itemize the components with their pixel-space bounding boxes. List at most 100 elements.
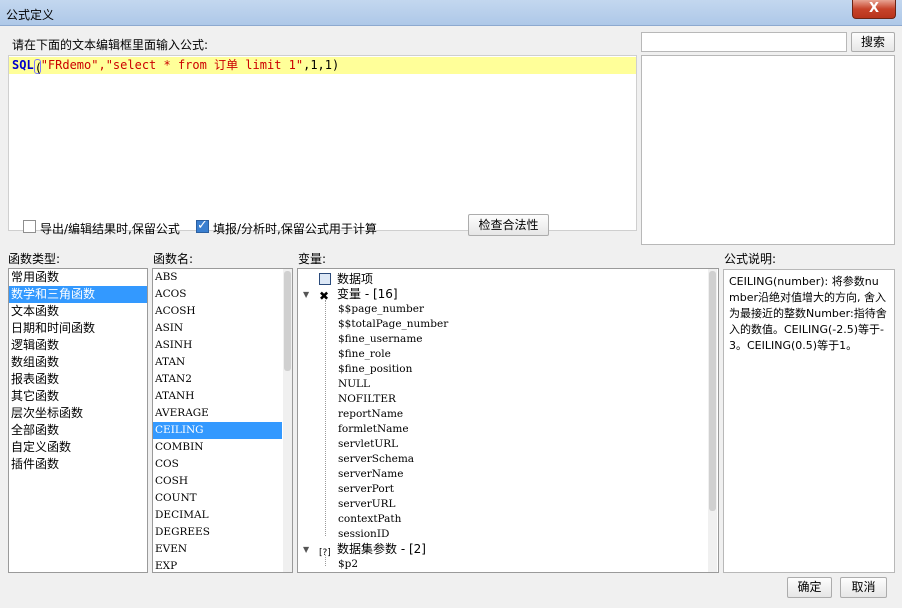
ok-button[interactable]: 确定 (787, 577, 832, 598)
validate-formula-button[interactable]: 检查合法性 (468, 214, 549, 236)
formula-editor[interactable]: SQL("FRdemo","select * from 订单 limit 1",… (8, 55, 637, 231)
formula-function-name: SQL (12, 58, 34, 72)
function-item[interactable]: DECIMAL (153, 507, 282, 524)
tree-group-dataset-params[interactable]: [?] 数据集参数 - [2] (319, 542, 426, 558)
tree-item-variable-label: serverName (338, 468, 404, 480)
tree-item-variable[interactable]: serverPort (338, 482, 394, 497)
category-item[interactable]: 数组函数 (9, 354, 147, 371)
formula-tail: ,1,1) (303, 58, 340, 72)
function-item[interactable]: COS (153, 456, 282, 473)
tree-item-variable[interactable]: servletURL (338, 437, 398, 452)
function-list[interactable]: ABS ACOS ACOSH ASIN ASINH ATAN ATAN2 ATANH AVERA… (152, 268, 293, 573)
function-list-scrollbar[interactable] (283, 269, 292, 572)
category-item[interactable]: 日期和时间函数 (9, 320, 147, 337)
tree-item-variable-label: serverSchema (338, 453, 415, 465)
tree-item-variable[interactable]: $fine_username (338, 332, 423, 347)
fill-keep-formula-checkbox[interactable] (196, 218, 209, 233)
tree-item-variable[interactable]: formletName (338, 422, 409, 437)
tree-item-data-items[interactable]: 数据项 (319, 272, 373, 287)
variable-tree[interactable]: 数据项 ▼ ✖ 变量 - [16] $$page_number $$totalPage_n… (297, 268, 719, 573)
tree-item-variable-label: NOFILTER (338, 393, 396, 405)
tree-item-variable[interactable]: $fine_role (338, 347, 391, 362)
function-item[interactable]: ACOS (153, 286, 282, 303)
tree-item-variable[interactable]: $$totalPage_number (338, 317, 448, 332)
variable-tree-scrollbar[interactable] (708, 269, 717, 572)
variables-label: 变量: (298, 252, 327, 266)
tree-item-parameter-label: $p2 (338, 558, 359, 570)
dialog-body: 请在下面的文本编辑框里面输入公式: SQL("FRdemo","select *… (0, 26, 902, 608)
bracket-match-indicator: ( (33, 59, 42, 75)
category-item[interactable]: 自定义函数 (9, 439, 147, 456)
search-input[interactable] (641, 32, 847, 52)
category-item[interactable]: 报表函数 (9, 371, 147, 388)
search-results-panel[interactable] (641, 55, 895, 245)
category-item[interactable]: 其它函数 (9, 388, 147, 405)
window-title: 公式定义 (6, 8, 55, 22)
function-item[interactable]: ATAN (153, 354, 282, 371)
tree-item-data-items-label: 数据项 (337, 272, 374, 286)
tree-item-variable-label: NULL (338, 378, 370, 390)
tree-item-variable[interactable]: serverURL (338, 497, 396, 512)
function-list-scroll-thumb[interactable] (284, 271, 291, 371)
function-item[interactable]: ASINH (153, 337, 282, 354)
tree-item-variable-label: sessionID (338, 528, 390, 540)
tree-expand-toggle-icon[interactable]: ▼ (303, 290, 309, 299)
tree-item-variable-label: $fine_position (338, 363, 413, 375)
function-item[interactable]: EVEN (153, 541, 282, 558)
category-item[interactable]: 层次坐标函数 (9, 405, 147, 422)
function-item[interactable]: ATAN2 (153, 371, 282, 388)
category-item[interactable]: 插件函数 (9, 456, 147, 473)
tree-item-parameter[interactable]: $p2 (338, 557, 358, 572)
tree-item-variable[interactable]: reportName (338, 407, 403, 422)
function-item[interactable]: ATANH (153, 388, 282, 405)
tree-item-variable-label: contextPath (338, 513, 402, 525)
function-item[interactable]: DEGREES (153, 524, 282, 541)
function-item[interactable]: CEILING (153, 422, 282, 439)
tree-group-variables[interactable]: ✖ 变量 - [16] (319, 287, 398, 302)
tree-item-variable[interactable]: $fine_position (338, 362, 412, 377)
function-item[interactable]: COMBIN (153, 439, 282, 456)
tree-item-variable[interactable]: sessionID (338, 527, 389, 542)
formula-description: CEILING(number): 将参数number沿绝对值增大的方向, 舍入为… (723, 269, 895, 573)
category-item[interactable]: 数学和三角函数 (9, 286, 147, 303)
formula-line[interactable]: SQL("FRdemo","select * from 订单 limit 1",… (9, 57, 636, 75)
tree-item-variable[interactable]: serverSchema (338, 452, 414, 467)
tree-item-variable[interactable]: serverName (338, 467, 403, 482)
tree-item-variable[interactable]: contextPath (338, 512, 401, 527)
function-item[interactable]: COUNT (153, 490, 282, 507)
category-item[interactable]: 全部函数 (9, 422, 147, 439)
tree-item-variable-label: $$page_number (338, 303, 424, 315)
function-item[interactable]: ACOSH (153, 303, 282, 320)
tree-item-variable-label: $fine_username (338, 333, 423, 345)
tree-group-dataset-params-label: 数据集参数 - [2] (337, 542, 426, 556)
function-item[interactable]: COSH (153, 473, 282, 490)
tree-item-variable-label: serverURL (338, 498, 396, 510)
tree-item-variable-label: formletName (338, 423, 409, 435)
tree-item-variable-label: reportName (338, 408, 404, 420)
category-list[interactable]: 常用函数 数学和三角函数 文本函数 日期和时间函数 逻辑函数 数组函数 报表函数 其它函数 层次… (8, 268, 148, 573)
search-button[interactable]: 搜索 (851, 32, 895, 52)
tree-item-variable[interactable]: $$page_number (338, 302, 424, 317)
tree-expand-toggle-icon[interactable]: ▼ (303, 545, 309, 554)
tree-item-variable-label: servletURL (338, 438, 399, 450)
functions-label: 函数名: (153, 252, 194, 266)
category-item[interactable]: 逻辑函数 (9, 337, 147, 354)
tree-item-variable[interactable]: NULL (338, 377, 370, 392)
fill-keep-formula-label: 填报/分析时,保留公式用于计算 (213, 222, 377, 236)
tree-group-variables-label: 变量 - [16] (337, 287, 398, 301)
formula-arguments: "FRdemo","select * from 订单 limit 1" (40, 58, 304, 72)
variable-tree-scroll-thumb[interactable] (709, 271, 716, 511)
category-item[interactable]: 文本函数 (9, 303, 147, 320)
tree-guide-line (325, 300, 326, 536)
function-item[interactable]: ASIN (153, 320, 282, 337)
tree-item-variable[interactable]: NOFILTER (338, 392, 396, 407)
cancel-button[interactable]: 取消 (840, 577, 887, 598)
export-keep-formula-checkbox[interactable] (23, 220, 36, 233)
function-item[interactable]: EXP (153, 558, 282, 572)
function-item[interactable]: ABS (153, 269, 282, 286)
function-item[interactable]: AVERAGE (153, 405, 282, 422)
category-item[interactable]: 常用函数 (9, 269, 147, 286)
close-button[interactable]: X (852, 0, 896, 19)
tree-item-variable-label: $$totalPage_number (338, 318, 449, 330)
title-bar: 公式定义 X (0, 0, 902, 26)
